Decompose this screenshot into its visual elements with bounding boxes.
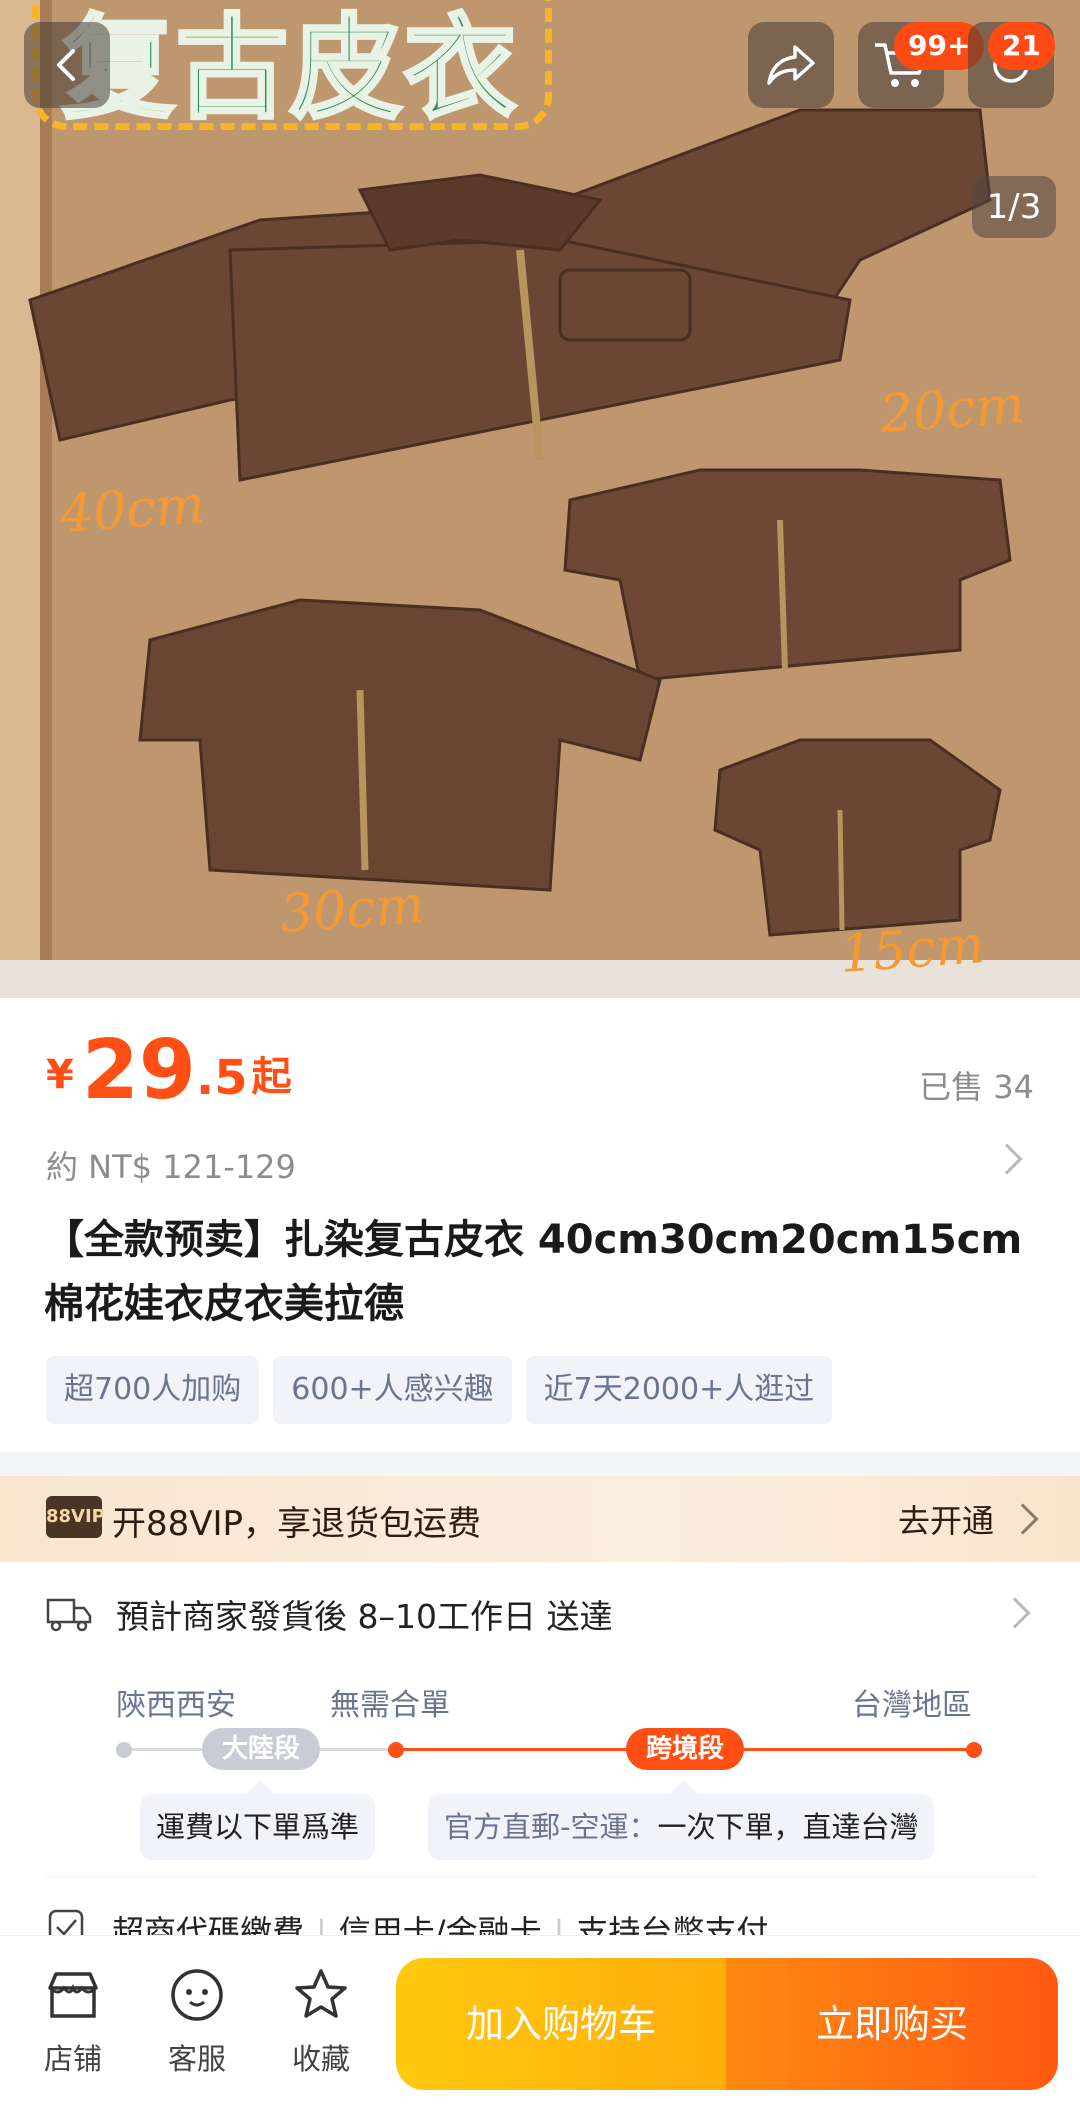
shipping-note-text: 一次下單，直達台灣 [657,1810,919,1844]
note-pointer [246,1780,274,1794]
chevron-right-icon[interactable] [991,1143,1023,1175]
tag-item: 超700人加购 [46,1356,260,1424]
bottom-action-bar: 店铺 客服 收藏 加入购物车 立即购买 [0,1935,1080,2115]
truck-icon [46,1598,92,1632]
chevron-right-icon [1007,1503,1039,1535]
route-dot [966,1742,982,1758]
shipping-estimate-text: 預計商家發貨後 8–10工作日 送達 [116,1597,613,1636]
segment-badge-domestic: 大陸段 [202,1728,321,1770]
shipping-note-crossborder: 官方直郵-空運：一次下單，直達台灣 [428,1794,935,1860]
product-image-carousel[interactable]: 复古皮衣 40cm 20cm 30cm 15cm 99+ 21 1/3 [0,0,1080,998]
price: ¥ 29 .5 起 [46,1030,292,1112]
route-origin: 陝西西安 [116,1688,236,1723]
buy-now-button[interactable]: 立即购买 [726,1958,1058,2090]
segment-badge-crossborder: 跨境段 [626,1728,745,1770]
sold-count: 已售 34 [919,1068,1034,1106]
size-label-30: 30cm [278,875,427,945]
size-label-40: 40cm [58,475,207,545]
section-divider [0,1452,1080,1476]
price-suffix: 起 [251,1054,292,1100]
route-merge-info: 無需合單 [330,1688,450,1723]
route-dot [116,1742,132,1758]
vip-promo-text: 开88VIP，享退货包运费 [112,1504,482,1544]
message-count-badge: 21 [988,22,1055,70]
tag-list: 超700人加购 600+人感兴趣 近7天2000+人逛过 [46,1356,833,1424]
star-icon [295,1969,347,2018]
back-arrow-icon [57,49,75,81]
share-button[interactable] [748,22,834,108]
shipping-method: 官方直郵-空運： [444,1810,658,1844]
price-currency: ¥ [46,1052,74,1098]
tag-item: 600+人感兴趣 [273,1356,512,1424]
note-pointer [670,1780,698,1794]
price-decimal: .5 [195,1050,248,1106]
shipping-note-domestic: 運費以下單爲準 [140,1794,376,1860]
shipping-note-text: 運費以下單爲準 [156,1810,360,1844]
favorite-button[interactable]: 收藏 [276,1966,366,2078]
favorite-label: 收藏 [291,2042,350,2076]
shipping-estimate-row[interactable]: 預計商家發貨後 8–10工作日 送達 [46,1584,1036,1644]
vip-banner[interactable]: 88VIP 开88VIP，享退货包运费 去开通 [0,1476,1080,1562]
service-label: 客服 [167,2042,226,2076]
size-label-15: 15cm [838,915,987,985]
customer-service-button[interactable]: 客服 [152,1966,242,2078]
vip-logo: 88VIP [46,1496,105,1538]
store-button[interactable]: 店铺 [28,1966,118,2078]
price-integer: 29 [81,1023,196,1118]
tag-item: 近7天2000+人逛过 [525,1356,833,1424]
product-title: 【全款预卖】扎染复古皮衣 40cm30cm20cm15cm棉花娃衣皮衣美拉德 [44,1217,1023,1327]
image-title-text: 复古皮衣 [60,2,518,136]
store-label: 店铺 [43,2042,102,2076]
route-destination: 台灣地區 [852,1688,972,1723]
image-page-indicator: 1/3 [972,176,1056,238]
converted-price[interactable]: 約 NT$ 121-129 [46,1142,296,1188]
store-icon [48,1972,98,2018]
add-to-cart-button[interactable]: 加入购物车 [396,1958,726,2090]
chat-face-icon [171,1969,223,2021]
back-button[interactable] [24,22,110,108]
size-label-20: 20cm [878,375,1027,445]
share-icon [767,45,815,85]
vip-open-link[interactable]: 去开通 [898,1496,994,1542]
route-dot [388,1742,404,1758]
chevron-right-icon [999,1597,1031,1629]
